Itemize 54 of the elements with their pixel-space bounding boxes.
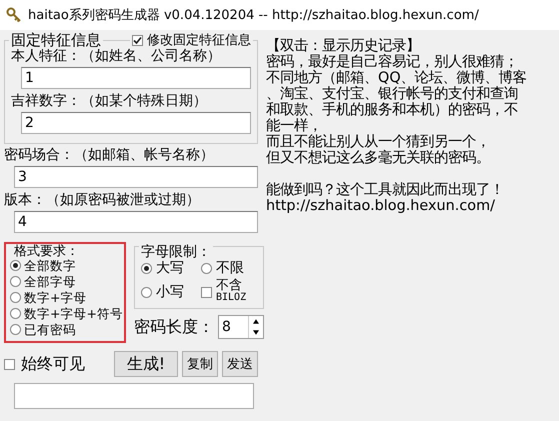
checkbox-square[interactable] (201, 286, 212, 298)
checkbox-square[interactable] (4, 358, 15, 370)
radio-option[interactable]: 数字+字母+符号 (10, 306, 122, 321)
note-text: 密码，最好是自己容易记，别人很难猜； (266, 54, 518, 70)
checkbox-label: BILOZ (216, 292, 246, 304)
notes-text-area[interactable]: 【双击：显示历史记录】 密码，最好是自己容易记，别人很难猜； 不同地方（邮箱、QQ、论坛、微博、博客 、淘宝、支付宝、银行帐号的支付和查询 和取款、手机的服务和本机）的密码，不 能一样， 而且不能让别人从一个猜到另一个， 但又不想记这么多毫无关联的密码。 能做到吗？这个工具就因此而出现了！ http://szhaitao.blog.hexun.com/ (266, 32, 555, 409)
text-field[interactable]: 2 (21, 112, 251, 134)
length-spinner[interactable]: 8 (218, 315, 264, 339)
note-text: 而且不能让别人从一个猜到另一个， (266, 134, 491, 150)
length-label: 密码长度： (134, 316, 214, 338)
checkbox-label: 不含 (216, 280, 242, 292)
action-button[interactable]: 复制 (182, 351, 218, 377)
group-legend: 固定特征信息 (9, 31, 103, 49)
window-title: haitao系列密码生成器 v0.04.120204 -- http://szhaitao.blog.hexun.com/ (28, 7, 479, 24)
radio-circle[interactable] (141, 263, 152, 274)
action-button[interactable]: 生成! (114, 351, 178, 377)
text-field[interactable]: 4 (14, 211, 258, 233)
note-text: 但又不想记这么多毫无关联的密码。 (266, 150, 491, 166)
note-text: 【双击：显示历史记录】 (266, 38, 421, 54)
radio-option[interactable]: 不限 (201, 261, 257, 276)
radio-option[interactable]: 全部数字 (10, 258, 122, 273)
always-visible-label: 始终可见 (21, 354, 85, 374)
radio-circle[interactable] (10, 276, 21, 287)
radio-circle[interactable] (141, 286, 152, 298)
output-field[interactable] (14, 383, 254, 409)
note-text: 和取款、手机的服务和本机）的密码，不 (266, 102, 519, 118)
group-legend: 字母限制： (139, 243, 213, 261)
radio-option[interactable]: 数字+字母 (10, 290, 122, 305)
action-button[interactable]: 发送 (222, 351, 258, 377)
note-text: 能做到吗？这个工具就因此而出现了！ (266, 182, 505, 198)
radio-option[interactable]: 已有密码 (10, 322, 122, 337)
exclude-checkbox[interactable]: 不含 BILOZ (201, 280, 257, 304)
edit-checkbox[interactable]: 修改固定特征信息 (130, 33, 253, 48)
radio-circle[interactable] (201, 263, 212, 274)
checkbox-square[interactable] (132, 35, 143, 46)
radio-option[interactable]: 小写 (141, 284, 201, 300)
keys-icon (6, 7, 22, 23)
text-field[interactable]: 1 (21, 67, 251, 89)
radio-circle[interactable] (10, 308, 21, 319)
field-label: 本人特征：（如姓名、公司名称） (11, 47, 222, 65)
field-label: 版本：（如原密码被泄或过期） (4, 191, 201, 209)
field-label: 密码场合：（如邮箱、帐号名称） (4, 146, 215, 164)
text-field[interactable]: 3 (14, 166, 258, 188)
note-text: 能一样， (266, 118, 323, 134)
field-label: 吉祥数字：（如某个特殊日期） (11, 92, 208, 110)
note-text: http://szhaitao.blog.hexun.com/ (266, 198, 496, 214)
radio-circle[interactable] (10, 292, 21, 303)
radio-circle[interactable] (10, 260, 21, 271)
radio-option[interactable]: 全部字母 (10, 274, 122, 289)
group-legend: 格式要求： (12, 243, 81, 261)
note-text: 不同地方（邮箱、QQ、论坛、微博、博客 (266, 70, 528, 86)
radio-circle[interactable] (10, 324, 21, 335)
radio-option[interactable]: 大写 (141, 261, 201, 276)
note-text: 、淘宝、支付宝、银行帐号的支付和查询 (266, 86, 519, 102)
